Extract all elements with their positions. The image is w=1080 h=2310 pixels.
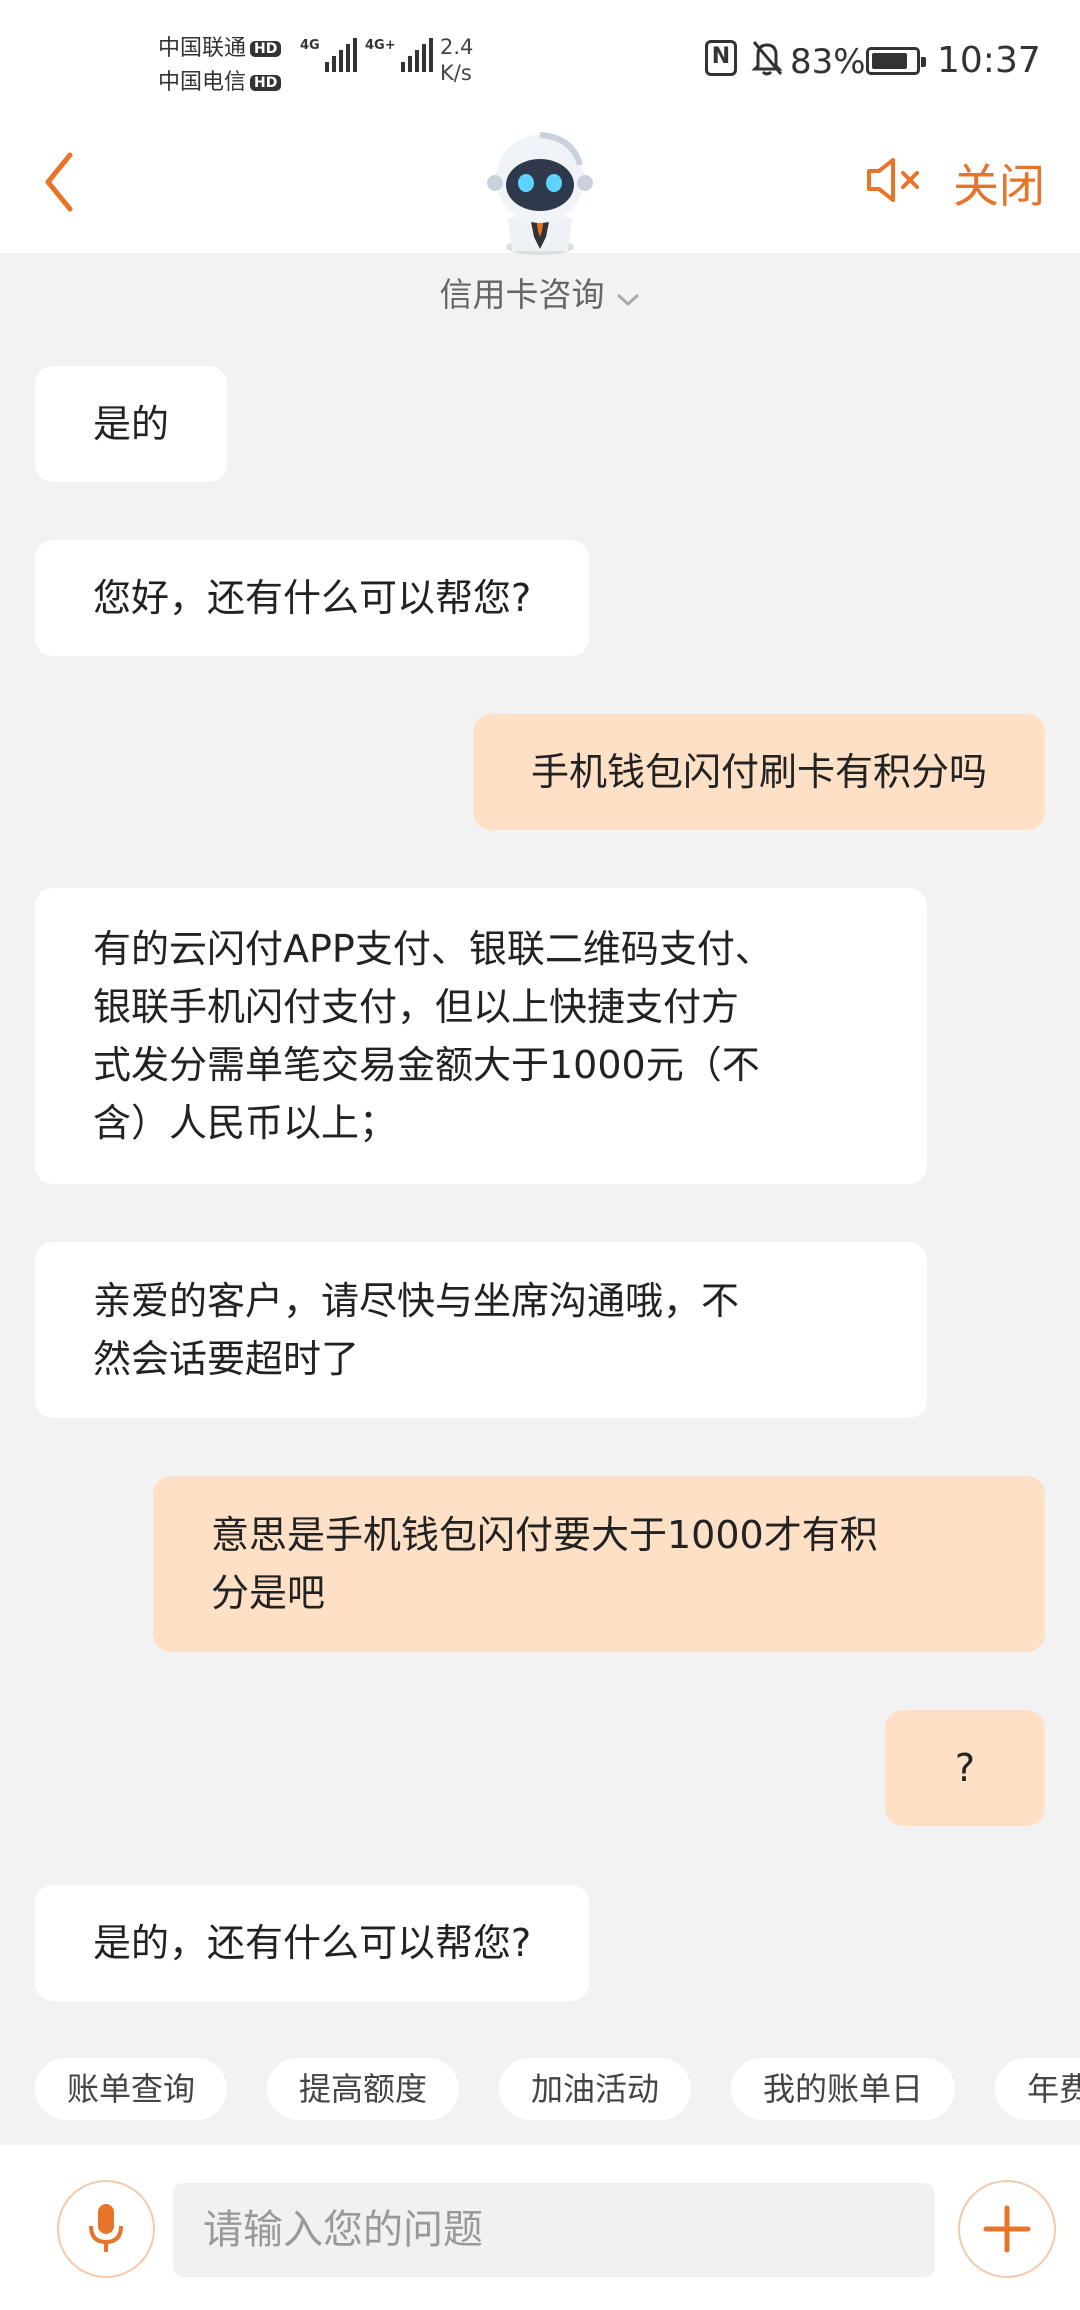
quick-replies: 账单查询 提高额度 加油活动 我的账单日 年费 [35, 2058, 1080, 2120]
message-text: 是的，还有什么可以帮您? [93, 1921, 532, 1965]
clock: 10:37 [937, 40, 1041, 81]
microphone-icon [89, 2204, 123, 2252]
nfc-icon: N [705, 40, 737, 76]
bot-message: 是的，还有什么可以帮您? [35, 1885, 590, 2001]
message-text: 是的 [93, 402, 170, 446]
message-text: 有的云闪付APP支付、银联二维码支付、 银联手机闪付支付，但以上快捷支付方 式发… [93, 927, 773, 1145]
network-type-2: 4G+ [365, 38, 396, 53]
status-bar: 中国联通 HD 中国电信 HD 4G 4G+ 2.4 K/s N 83% 10:37 [0, 0, 1080, 125]
message-text: ? [954, 1746, 976, 1790]
speaker-mute-icon [867, 158, 919, 202]
quick-reply-chip[interactable]: 提高额度 [267, 2058, 460, 2120]
mute-button[interactable] [865, 155, 925, 209]
back-button[interactable] [40, 147, 80, 221]
carrier-1-name: 中国联通 [158, 36, 247, 61]
message-text: 手机钱包闪付刷卡有积分吗 [530, 750, 987, 794]
message-text: 您好，还有什么可以帮您? [93, 576, 532, 620]
signal-icon: 4G [300, 38, 357, 72]
battery-fill [872, 53, 907, 69]
chat-header: 关闭 [0, 125, 1080, 255]
user-message: 意思是手机钱包闪付要大于1000才有积 分是吧 [153, 1476, 1045, 1652]
bell-off-icon [750, 38, 784, 82]
bot-message: 有的云闪付APP支付、银联二维码支付、 银联手机闪付支付，但以上快捷支付方 式发… [35, 888, 927, 1184]
bot-message: 亲爱的客户，请尽快与坐席沟通哦，不 然会话要超时了 [35, 1242, 927, 1418]
carrier-1: 中国联通 HD [158, 30, 282, 62]
message-text: 亲爱的客户，请尽快与坐席沟通哦，不 然会话要超时了 [93, 1279, 740, 1381]
network-type-1: 4G [300, 38, 320, 53]
topic-label: 信用卡咨询 [439, 275, 605, 314]
bot-message: 您好，还有什么可以帮您? [35, 540, 590, 656]
chevron-left-icon [45, 152, 73, 212]
battery-icon [866, 47, 926, 75]
more-options-button[interactable] [958, 2180, 1056, 2278]
message-text: 意思是手机钱包闪付要大于1000才有积 分是吧 [211, 1513, 878, 1615]
close-button[interactable]: 关闭 [953, 150, 1045, 216]
topic-selector[interactable]: 信用卡咨询 [0, 268, 1080, 316]
signal-icon: 4G+ [365, 38, 433, 72]
battery-percent: 83% [790, 42, 866, 82]
user-message: 手机钱包闪付刷卡有积分吗 [472, 714, 1045, 830]
quick-reply-chip[interactable]: 账单查询 [35, 2058, 228, 2120]
plus-icon [983, 2205, 1031, 2253]
speed-value: 2.4 [440, 35, 474, 59]
quick-reply-chip[interactable]: 加油活动 [499, 2058, 692, 2120]
quick-reply-chip[interactable]: 我的账单日 [731, 2058, 956, 2120]
chevron-down-icon [615, 277, 641, 316]
hd-badge: HD [250, 41, 282, 57]
bot-message: 是的 [35, 366, 228, 482]
message-input[interactable] [173, 2183, 935, 2277]
hd-badge: HD [250, 75, 282, 91]
carrier-2-name: 中国电信 [158, 70, 247, 95]
input-bar [0, 2145, 1080, 2310]
carrier-2: 中国电信 HD [158, 64, 282, 96]
robot-avatar-icon [462, 119, 618, 263]
network-speed: 2.4 K/s [440, 34, 473, 86]
voice-input-button[interactable] [57, 2180, 155, 2278]
speed-unit: K/s [440, 61, 472, 85]
quick-reply-chip[interactable]: 年费 [995, 2058, 1080, 2120]
user-message: ? [885, 1710, 1045, 1826]
